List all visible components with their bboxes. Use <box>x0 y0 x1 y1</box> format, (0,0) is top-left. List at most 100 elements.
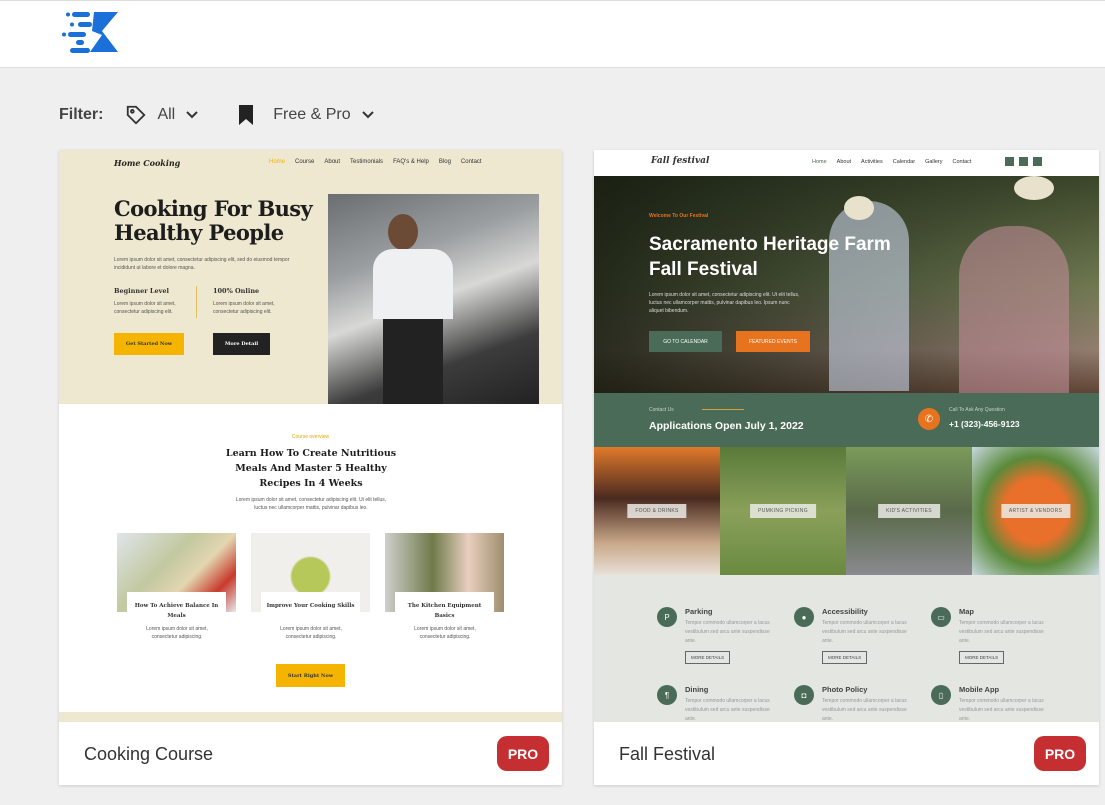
twitter-icon <box>1019 157 1028 166</box>
go-to-calendar-button: GO TO CALENDAR <box>649 331 722 352</box>
facebook-icon <box>1005 157 1014 166</box>
template-preview[interactable]: Fall festival Home About Activities Calenda… <box>594 150 1099 722</box>
feature-title: Beginner Level <box>114 287 170 295</box>
template-preview[interactable]: Home Cooking Home Course About Testimonials… <box>59 150 562 722</box>
info-text: Tempor commodo ullamcorper a lacus vesti… <box>959 698 1044 722</box>
chevron-down-icon <box>186 111 198 119</box>
camera-icon: ◘ <box>794 685 814 705</box>
nav-item: FAQ's & Help <box>393 159 429 165</box>
contact-label: Contact Us <box>649 407 674 413</box>
nav-item: Home <box>269 159 286 165</box>
lesson-title: How To Achieve Balance In Meals <box>134 603 219 619</box>
overview-label: Course overview <box>291 434 330 440</box>
call-label: Call To Ask Any Question <box>949 407 1005 413</box>
feature-text: Lorem ipsum dolor sit amet, consectetur … <box>213 301 275 315</box>
card-footer: Cooking Course PRO <box>59 722 562 785</box>
chef-photo <box>328 194 539 404</box>
info-text: Tempor commodo ullamcorper a lacus vesti… <box>959 620 1044 644</box>
contact-title: Applications Open July 1, 2022 <box>649 420 804 432</box>
info-text: Tempor commodo ullamcorper a lacus vesti… <box>685 620 770 644</box>
info-text: Tempor commodo ullamcorper a lacus vesti… <box>685 698 770 722</box>
more-details-button: MORE DETAILS <box>822 651 868 664</box>
type-filter-value: Free & Pro <box>273 106 351 123</box>
preview-brand: Home Cooking <box>114 158 181 168</box>
map-icon: ▭ <box>931 607 951 627</box>
hero-title: Cooking For Busy Healthy People <box>114 196 313 245</box>
nav-item: About <box>836 159 852 165</box>
hero-text: Lorem ipsum dolor sit amet, consectetur … <box>114 257 290 271</box>
instagram-icon <box>1033 157 1042 166</box>
info-title: Dining <box>685 685 709 694</box>
activity-tile: ARTIST & VENDORS <box>972 447 1099 575</box>
lesson-text: Lorem ipsum dolor sit amet, consectetur … <box>146 626 208 640</box>
preview-brand: Fall festival <box>651 156 710 166</box>
info-title: Photo Policy <box>822 685 868 694</box>
chevron-down-icon <box>361 111 374 119</box>
filter-bar: Filter: All Free & Pro <box>59 104 413 126</box>
nav-item: Gallery <box>925 159 943 165</box>
logo-icon[interactable] <box>62 10 120 54</box>
overview-text: Lorem ipsum dolor sit amet, consectetur … <box>235 497 387 511</box>
nav-item: Activities <box>861 159 883 165</box>
info-title: Map <box>959 607 974 616</box>
activity-tile: FOOD & DRINKS <box>594 447 720 575</box>
card-footer: Fall Festival PRO <box>594 722 1099 785</box>
activity-tile: KID'S ACTIVITIES <box>846 447 972 575</box>
parking-icon: P <box>657 607 677 627</box>
preview-nav: Home Course About Testimonials FAQ's & Help B… <box>269 159 482 165</box>
info-title: Accessibility <box>822 607 868 616</box>
more-detail-button: More Detail <box>213 333 270 355</box>
nav-item: Blog <box>438 159 451 165</box>
pro-badge: PRO <box>497 736 549 771</box>
activity-label: KID'S ACTIVITIES <box>878 504 940 518</box>
hero-text: Lorem ipsum dolor sit amet, consectetur … <box>649 292 800 314</box>
template-title: Cooking Course <box>84 744 214 764</box>
lesson-text: Lorem ipsum dolor sit amet, consectetur … <box>280 626 342 640</box>
feature-text: Lorem ipsum dolor sit amet, consectetur … <box>114 301 176 315</box>
nav-item: Contact <box>952 159 972 165</box>
accessibility-icon: ● <box>794 607 814 627</box>
category-filter-dropdown[interactable]: All <box>125 104 199 126</box>
phone-number: +1 (323)-456-9123 <box>949 419 1020 429</box>
activity-label: FOOD & DRINKS <box>627 504 687 518</box>
nav-item: About <box>324 159 341 165</box>
info-text: Tempor commodo ullamcorper a lacus vesti… <box>822 698 907 722</box>
nav-item: Contact <box>460 159 482 165</box>
start-right-now-button: Start Right Now <box>276 664 345 687</box>
nav-item: Home <box>812 159 827 165</box>
template-card-fall-festival[interactable]: Fall festival Home About Activities Calenda… <box>594 150 1099 785</box>
tag-icon <box>127 105 146 125</box>
filter-label: Filter: <box>59 106 104 123</box>
activity-tile: PUMKING PICKING <box>720 447 846 575</box>
mobile-icon: ▯ <box>931 685 951 705</box>
hero-kicker: Welcome To Our Festival <box>649 213 709 219</box>
top-header <box>0 0 1105 68</box>
category-filter-value: All <box>157 106 176 123</box>
lesson-text: Lorem ipsum dolor sit amet, consectetur … <box>414 626 476 640</box>
lesson-title: The Kitchen Equipment Basics <box>407 603 482 619</box>
more-details-button: MORE DETAILS <box>959 651 1005 664</box>
dining-icon: ¶ <box>657 685 677 705</box>
festival-hero-photo <box>594 176 1099 393</box>
nav-item: Course <box>295 159 315 165</box>
activity-label: ARTIST & VENDORS <box>1000 504 1071 518</box>
lesson-title: Improve Your Cooking Skills <box>266 603 355 609</box>
nav-item: Calendar <box>892 159 916 165</box>
featured-events-button: FEATURED EVENTS <box>736 331 810 352</box>
template-card-cooking-course[interactable]: Home Cooking Home Course About Testimonials… <box>59 150 562 785</box>
preview-nav: Home About Activities Calendar Gallery Contac… <box>812 159 971 165</box>
hero-title: Sacramento Heritage Farm Fall Festival <box>649 234 891 280</box>
bookmark-icon <box>239 105 254 125</box>
info-title: Parking <box>685 607 713 616</box>
nav-item: Testimonials <box>350 159 384 165</box>
info-title: Mobile App <box>959 685 1000 694</box>
info-text: Tempor commodo ullamcorper a lacus vesti… <box>822 620 907 644</box>
overview-title: Learn How To Create Nutritious Meals And… <box>225 448 397 489</box>
pro-badge: PRO <box>1034 736 1086 771</box>
more-details-button: MORE DETAILS <box>685 651 731 664</box>
feature-title: 100% Online <box>213 287 260 295</box>
get-started-button: Get Started Now <box>114 333 184 355</box>
template-title: Fall Festival <box>619 744 716 764</box>
type-filter-dropdown[interactable]: Free & Pro <box>237 105 374 125</box>
activity-label: PUMKING PICKING <box>750 504 816 518</box>
